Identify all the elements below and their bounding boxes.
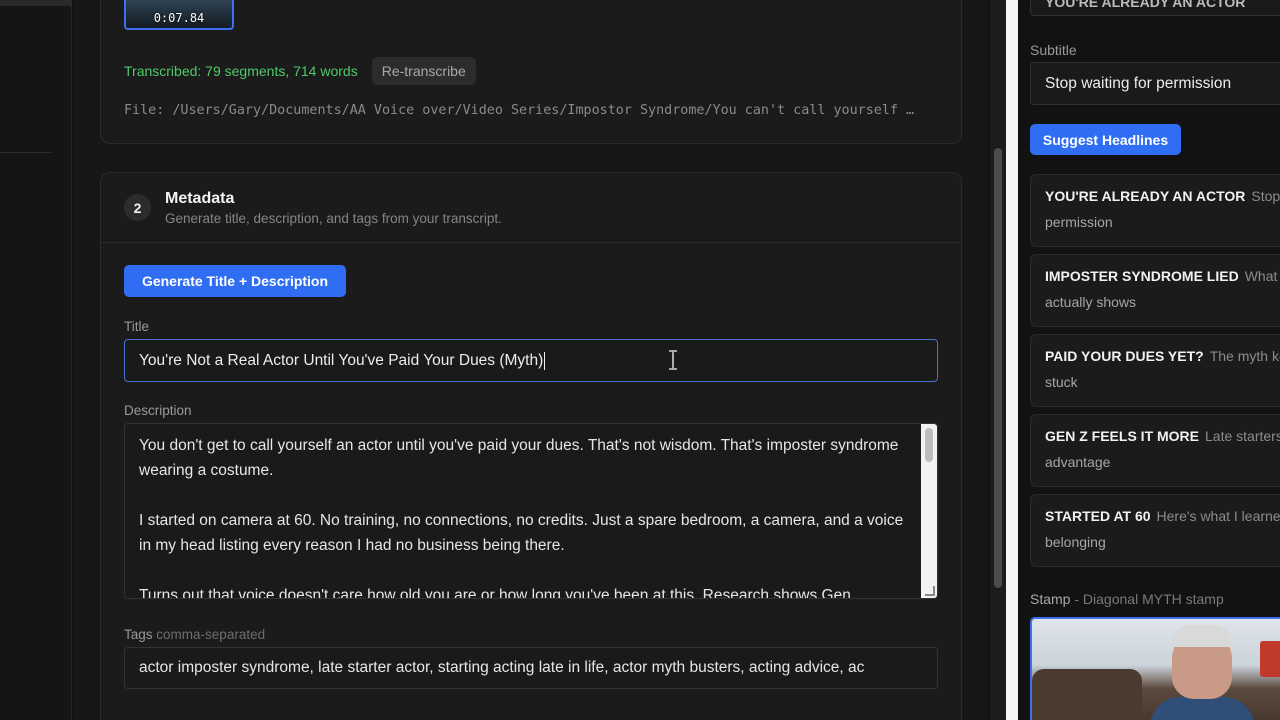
headline-subtitle-cont: stuck: [1045, 374, 1078, 390]
preview-person-hair: [1172, 625, 1232, 647]
headline-subtitle: Here's what I learned about: [1156, 508, 1280, 524]
thumbnail-timestamp: 0:07.84: [153, 11, 205, 25]
headline-text: STARTED AT 60: [1045, 508, 1151, 524]
file-path: File: /Users/Gary/Documents/AA Voice ove…: [124, 103, 915, 118]
generate-title-description-button[interactable]: Generate Title + Description: [124, 265, 346, 297]
subtitle-label: Subtitle: [1030, 42, 1077, 58]
metadata-header-divider: [101, 242, 961, 243]
nav-top-divider: [0, 0, 72, 6]
suggest-headlines-button[interactable]: Suggest Headlines: [1030, 124, 1181, 155]
description-paragraph: I started on camera at 60. No training, …: [139, 512, 904, 554]
headline-subtitle-cont: permission: [1045, 214, 1113, 230]
description-label: Description: [124, 403, 192, 418]
main-content: 0:07.84 Transcribed: 79 segments, 714 wo…: [73, 0, 988, 720]
headline-subtitle-cont: actually shows: [1045, 294, 1137, 310]
headline-subtitle-cont: advantage: [1045, 454, 1111, 470]
preview-sofa: [1032, 669, 1142, 720]
transcription-status: Transcribed: 79 segments, 714 words: [124, 63, 358, 79]
stamp-label: Stamp - Diagonal MYTH stamp: [1030, 591, 1224, 607]
description-text: You don't get to call yourself an actor …: [139, 433, 909, 599]
headline-suggestion-card[interactable]: STARTED AT 60 Here's what I learned about…: [1030, 494, 1280, 567]
pane-divider[interactable]: [1006, 0, 1018, 720]
main-scroll-thumb[interactable]: [994, 148, 1002, 588]
preview-person-shirt: [1150, 697, 1254, 720]
headline-subtitle: Stop waiting for: [1251, 188, 1280, 204]
description-scrollbar[interactable]: [921, 424, 937, 598]
description-paragraph: You don't get to call yourself an actor …: [139, 437, 899, 479]
title-label: Title: [124, 319, 150, 334]
headline-text: GEN Z FEELS IT MORE: [1045, 428, 1200, 444]
headline-suggestion-card[interactable]: PAID YOUR DUES YET?The myth keeping you …: [1030, 334, 1280, 407]
subtitle-input[interactable]: Stop waiting for permission: [1030, 62, 1280, 105]
headline-suggestion-card[interactable]: IMPOSTER SYNDROME LIEDWhat the research …: [1030, 254, 1280, 327]
description-paragraph: Turns out that voice doesn't care how ol…: [139, 587, 851, 599]
headline-suggestion-card[interactable]: GEN Z FEELS IT MORE Late starters have th…: [1030, 414, 1280, 487]
main-scrollbar[interactable]: [990, 0, 1006, 720]
headline-input[interactable]: YOU'RE ALREADY AN ACTOR: [1030, 0, 1280, 16]
description-textarea[interactable]: You don't get to call yourself an actor …: [124, 423, 938, 599]
video-thumbnail[interactable]: 0:07.84: [124, 0, 234, 30]
description-scroll-thumb[interactable]: [925, 428, 933, 462]
title-input[interactable]: You're Not a Real Actor Until You've Pai…: [124, 339, 938, 382]
tags-label-text: Tags: [124, 627, 153, 642]
headline-text: IMPOSTER SYNDROME LIED: [1045, 268, 1239, 284]
transcription-status-row: Transcribed: 79 segments, 714 words Re-t…: [124, 57, 476, 85]
headline-subtitle: Late starters have the: [1205, 428, 1280, 444]
stamp-hint: - Diagonal MYTH stamp: [1074, 591, 1224, 607]
headline-text: PAID YOUR DUES YET?: [1045, 348, 1204, 364]
headline-subtitle: The myth keeping you: [1209, 348, 1280, 364]
tags-hint: comma-separated: [156, 627, 266, 642]
tags-input[interactable]: actor imposter syndrome, late starter ac…: [124, 647, 938, 689]
metadata-heading: Metadata: [165, 190, 235, 207]
retranscribe-button[interactable]: Re-transcribe: [371, 57, 476, 85]
resize-handle-icon[interactable]: [925, 586, 935, 596]
text-caret: [544, 351, 546, 370]
left-nav-sidebar: [0, 0, 72, 720]
title-input-value: You're Not a Real Actor Until You've Pai…: [139, 351, 544, 369]
stamp-label-text: Stamp: [1030, 591, 1071, 607]
tags-label: Tags comma-separated: [124, 627, 265, 642]
headline-text: YOU'RE ALREADY AN ACTOR: [1045, 188, 1246, 204]
step-number-badge: 2: [124, 194, 151, 221]
headline-subtitle-cont: belonging: [1045, 534, 1106, 550]
preview-stamp-badge: [1260, 641, 1280, 677]
headline-subtitle: What the research: [1244, 268, 1280, 284]
ibeam-cursor-icon: [669, 350, 677, 370]
nav-divider: [0, 152, 52, 153]
stamp-preview-image[interactable]: [1030, 617, 1280, 720]
metadata-subheading: Generate title, description, and tags fr…: [165, 211, 502, 226]
headline-suggestion-card[interactable]: YOU'RE ALREADY AN ACTORStop waiting for …: [1030, 174, 1280, 247]
thumbnail-panel: YOU'RE ALREADY AN ACTOR Subtitle Stop wa…: [1018, 0, 1280, 720]
